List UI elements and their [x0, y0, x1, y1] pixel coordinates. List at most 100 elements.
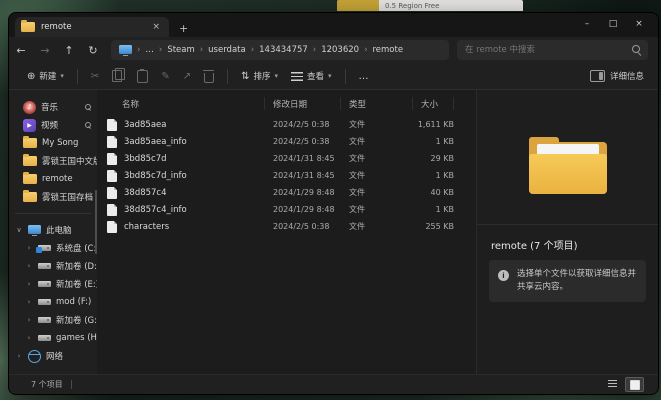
chevron-expanded-icon[interactable]: ∨ — [15, 226, 23, 234]
file-type: 文件 — [341, 221, 413, 232]
chevron-collapsed-icon[interactable]: › — [25, 280, 33, 288]
sidebar-item-label: 音乐 — [41, 101, 58, 113]
drive-icon — [38, 317, 51, 323]
breadcrumb[interactable]: ›…›Steam›userdata›143434757›1203620›remo… — [111, 40, 449, 60]
up-button[interactable]: ↑ — [57, 40, 81, 60]
breadcrumb-computer-icon[interactable] — [119, 45, 132, 54]
file-type: 文件 — [341, 204, 413, 215]
cut-button[interactable]: ✂ — [91, 71, 99, 82]
refresh-button[interactable]: ↻ — [81, 40, 105, 60]
rename-button[interactable]: ✎ — [161, 71, 169, 82]
delete-button[interactable] — [204, 70, 214, 83]
sidebar-item-this-pc[interactable]: ∨ 此电脑 — [9, 221, 97, 239]
sidebar-drive-item[interactable]: ›新加卷 (D:) — [9, 257, 97, 275]
drive-label: 系统盘 (C:) — [56, 242, 97, 254]
file-icon — [107, 119, 117, 131]
file-row[interactable]: 3ad85aea2024/2/5 0:38文件1,611 KB — [97, 116, 476, 133]
column-header-date[interactable]: 修改日期 — [265, 97, 341, 110]
breadcrumb-item[interactable]: Steam — [167, 45, 194, 55]
sidebar-quick-item[interactable]: 雾锁王国存档 — [9, 188, 97, 206]
chevron-collapsed-icon[interactable]: › — [25, 244, 33, 252]
minimize-button[interactable]: – — [574, 15, 600, 33]
this-pc-icon — [28, 225, 41, 234]
column-header-name[interactable]: 名称 — [97, 97, 265, 110]
breadcrumb-item[interactable]: 1203620 — [321, 45, 359, 55]
sidebar-item-network[interactable]: › 网络 — [9, 347, 97, 365]
sidebar-quick-item[interactable]: ♪ 音乐 — [9, 98, 97, 116]
file-explorer-window: remote × + – □ × ← → ↑ ↻ ›…›Steam›userda… — [8, 12, 659, 395]
sidebar-drive-item[interactable]: › 系统盘 (C:) — [9, 239, 97, 257]
sidebar-separator — [15, 213, 91, 214]
details-pane-label: 详细信息 — [610, 70, 644, 82]
search-icon — [632, 45, 640, 53]
file-row[interactable]: characters2024/2/5 0:38文件255 KB — [97, 218, 476, 235]
desktop-background: 0.5 Region Free remote × + – □ × ← → ↑ ↻… — [0, 0, 661, 400]
column-header-type[interactable]: 类型 — [341, 97, 413, 110]
forward-button[interactable]: → — [33, 40, 57, 60]
sidebar-drive-item[interactable]: ›mod (F:) — [9, 293, 97, 311]
network-label: 网络 — [46, 350, 63, 362]
file-size: 29 KB — [413, 154, 476, 163]
file-row[interactable]: 3ad85aea_info2024/2/5 0:38文件1 KB — [97, 133, 476, 150]
chevron-collapsed-icon[interactable]: › — [15, 352, 23, 360]
sidebar-quick-item[interactable]: My Song — [9, 134, 97, 152]
network-icon — [28, 350, 41, 363]
drive-icon — [38, 263, 51, 269]
sort-button[interactable]: ⇅ 排序 ▾ — [241, 70, 278, 82]
chevron-collapsed-icon[interactable]: › — [25, 316, 33, 324]
paste-button[interactable] — [137, 70, 148, 83]
sidebar-quick-item[interactable]: 雾锁王国中文版 — [9, 152, 97, 170]
details-view-button[interactable] — [604, 377, 621, 390]
more-options-button[interactable]: … — [359, 71, 369, 82]
chevron-collapsed-icon[interactable]: › — [25, 334, 33, 342]
file-row[interactable]: 38d857c4_info2024/1/29 8:48文件1 KB — [97, 201, 476, 218]
details-pane-toggle[interactable]: 详细信息 — [590, 70, 644, 82]
breadcrumb-overflow[interactable]: … — [145, 45, 154, 55]
sidebar-item-label: 雾锁王国中文版 — [42, 155, 97, 167]
trash-icon — [204, 73, 214, 83]
file-name: characters — [124, 222, 169, 232]
sidebar-drive-item[interactable]: ›games (H:) — [9, 329, 97, 347]
sidebar-drive-item[interactable]: › 新加卷 (G:) — [9, 311, 97, 329]
view-button[interactable]: 查看 ▾ — [291, 70, 332, 82]
copy-button[interactable] — [112, 70, 124, 82]
column-header-size[interactable]: 大小 — [413, 97, 454, 110]
toolbar-divider — [227, 69, 228, 84]
file-date: 2024/1/29 8:48 — [265, 205, 341, 214]
share-button[interactable]: ↗ — [183, 71, 191, 82]
file-date: 2024/1/31 8:45 — [265, 171, 341, 180]
toolbar-divider — [77, 69, 78, 84]
sidebar-drive-item[interactable]: › 新加卷 (E:) — [9, 275, 97, 293]
chevron-collapsed-icon[interactable]: › — [25, 298, 33, 306]
file-name: 3bd85c7d_info — [124, 171, 187, 181]
new-button[interactable]: ⊕ 新建 ▾ — [27, 70, 64, 82]
file-row[interactable]: 3bd85c7d_info2024/1/31 8:45文件1 KB — [97, 167, 476, 184]
music-icon: ♪ — [23, 101, 36, 114]
drive-label: 新加卷 (G:) — [56, 314, 97, 326]
file-size: 40 KB — [413, 188, 476, 197]
large-icons-view-button[interactable] — [625, 377, 644, 392]
file-date: 2024/2/5 0:38 — [265, 222, 341, 231]
breadcrumb-item[interactable]: userdata — [208, 45, 246, 55]
file-row[interactable]: 3bd85c7d2024/1/31 8:45文件29 KB — [97, 150, 476, 167]
drive-icon — [38, 245, 51, 251]
close-button[interactable]: × — [626, 15, 652, 33]
new-tab-button[interactable]: + — [179, 22, 188, 37]
search-box[interactable] — [457, 40, 648, 60]
breadcrumb-item[interactable]: remote — [372, 45, 403, 55]
search-input[interactable] — [457, 40, 648, 60]
chevron-collapsed-icon[interactable]: › — [25, 262, 33, 270]
tab-close-icon[interactable]: × — [149, 22, 163, 32]
maximize-button[interactable]: □ — [600, 15, 626, 33]
back-button[interactable]: ← — [9, 40, 33, 60]
preview-info-box: i 选择单个文件以获取详细信息并共享云内容。 — [489, 260, 646, 302]
file-date: 2024/1/29 8:48 — [265, 188, 341, 197]
file-name-cell: 38d857c4_info — [97, 204, 265, 216]
breadcrumb-item[interactable]: 143434757 — [259, 45, 308, 55]
file-row[interactable]: 38d857c42024/1/29 8:48文件40 KB — [97, 184, 476, 201]
drive-label: 新加卷 (E:) — [56, 278, 97, 290]
file-date: 2024/1/31 8:45 — [265, 154, 341, 163]
sidebar-quick-item[interactable]: remote — [9, 170, 97, 188]
sidebar-quick-item[interactable]: ▶视频 — [9, 116, 97, 134]
tab-remote[interactable]: remote × — [15, 17, 169, 37]
